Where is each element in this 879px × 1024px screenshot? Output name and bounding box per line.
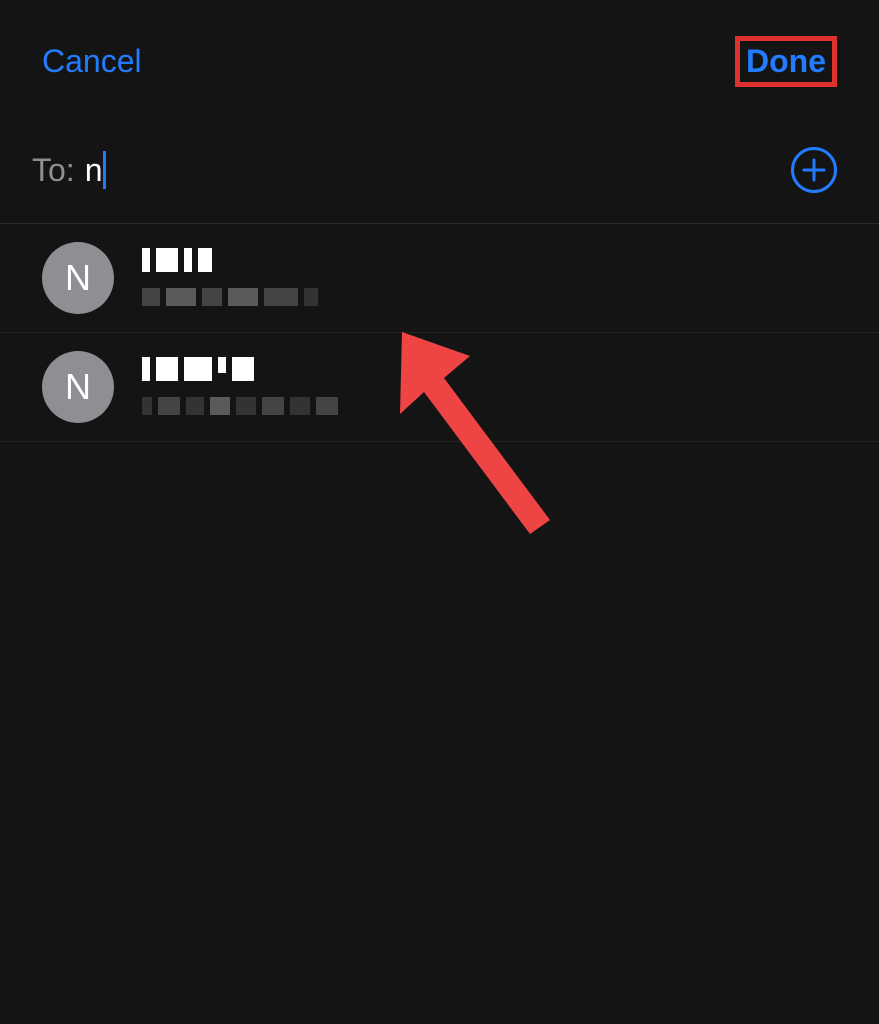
avatar: N <box>42 351 114 423</box>
contact-name-redacted <box>142 357 859 383</box>
contact-text <box>142 248 879 308</box>
to-input[interactable]: n <box>85 151 791 189</box>
modal-header: Cancel Done <box>0 0 879 117</box>
cancel-button[interactable]: Cancel <box>42 43 142 80</box>
contact-result[interactable]: N <box>0 333 879 442</box>
contact-text <box>142 357 879 417</box>
contact-detail-redacted <box>142 397 859 417</box>
annotation-highlight-box: Done <box>735 36 837 87</box>
contact-detail-redacted <box>142 288 859 308</box>
contact-result[interactable]: N <box>0 224 879 333</box>
text-cursor <box>103 151 106 189</box>
contact-name-redacted <box>142 248 859 274</box>
to-label: To: <box>32 152 75 189</box>
add-contact-button[interactable] <box>791 147 837 193</box>
avatar: N <box>42 242 114 314</box>
to-field-row: To: n <box>0 117 879 224</box>
to-input-value: n <box>85 152 103 189</box>
done-button[interactable]: Done <box>746 43 826 80</box>
plus-icon <box>801 157 827 183</box>
